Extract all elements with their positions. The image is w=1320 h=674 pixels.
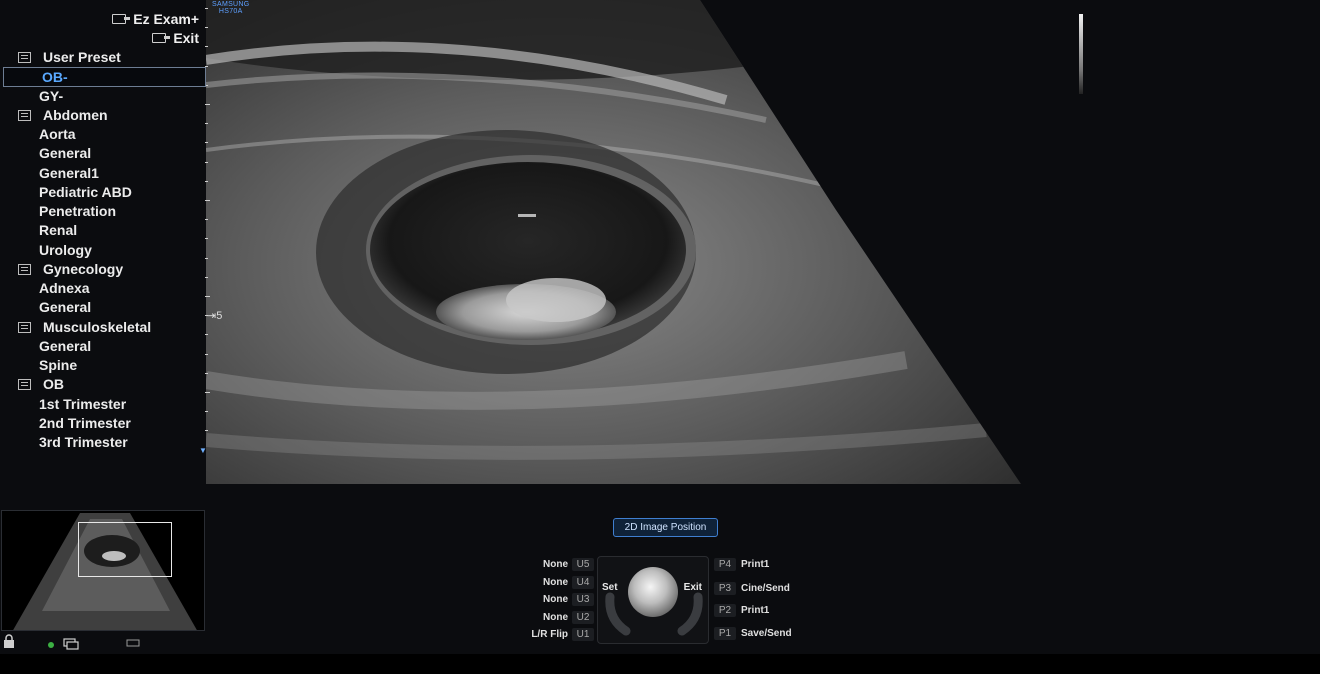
zoom-region-box[interactable]: [78, 522, 172, 577]
focus-depth-marker: ⇥5: [207, 310, 223, 322]
preset-item[interactable]: General: [0, 298, 206, 317]
preset-item[interactable]: Pediatric ABD: [0, 183, 206, 202]
print-key-p2[interactable]: P2 Print1: [714, 603, 769, 617]
bottom-bar: [0, 654, 1320, 674]
user-key-u4[interactable]: None U4: [500, 575, 594, 589]
preset-group[interactable]: OB: [0, 375, 206, 394]
preset-item[interactable]: Renal: [0, 221, 206, 240]
print-key-p1[interactable]: P1 Save/Send: [714, 626, 792, 640]
lock-icon: [4, 634, 14, 648]
preset-item[interactable]: General: [0, 144, 206, 163]
keyboard-icon: [126, 639, 140, 647]
print-key-p4[interactable]: P4 Print1: [714, 557, 769, 571]
preset-item[interactable]: Adnexa: [0, 279, 206, 298]
preset-group[interactable]: User Preset: [0, 48, 206, 67]
preset-item[interactable]: 1st Trimester: [0, 395, 206, 414]
preset-group[interactable]: Abdomen: [0, 106, 206, 125]
preset-item[interactable]: General1: [0, 164, 206, 183]
network-icon: [48, 638, 79, 650]
preset-item[interactable]: Aorta: [0, 125, 206, 144]
document-icon: [18, 321, 31, 333]
preset-item[interactable]: General: [0, 337, 206, 356]
preset-item-selected[interactable]: OB-: [3, 67, 206, 87]
ez-exam-button[interactable]: Ez Exam+: [112, 11, 199, 27]
preset-item[interactable]: 2nd Trimester: [0, 414, 206, 433]
preset-item[interactable]: Penetration: [0, 202, 206, 221]
document-icon: [18, 52, 31, 63]
user-key-u2[interactable]: None U2: [500, 610, 594, 624]
ez-exam-icon: [112, 14, 131, 24]
trackball-button-arcs: [605, 592, 703, 636]
trackball-panel: Set Exit: [597, 556, 709, 644]
user-key-u3[interactable]: None U3: [500, 592, 594, 606]
preset-item[interactable]: Spine: [0, 356, 206, 375]
document-icon: [18, 379, 31, 391]
image-thumbnail[interactable]: [1, 510, 205, 631]
print-key-p3[interactable]: P3 Cine/Send: [714, 581, 790, 595]
preset-item[interactable]: 3rd Trimester: [0, 433, 206, 452]
preset-group[interactable]: Musculoskeletal: [0, 318, 206, 337]
exit-icon: [152, 33, 171, 43]
ultrasound-image: [206, 0, 1021, 484]
document-icon: [18, 109, 31, 121]
exit-button[interactable]: Exit: [152, 30, 199, 46]
status-bar: [0, 634, 206, 652]
image-position-button[interactable]: 2D Image Position: [613, 518, 718, 537]
user-key-u1[interactable]: L/R Flip U1: [500, 627, 594, 641]
preset-list: User Preset OB- GY- Abdomen Aorta Genera…: [0, 48, 206, 452]
document-icon: [18, 263, 31, 275]
preset-item[interactable]: GY-: [0, 87, 206, 106]
grayscale-bar: [1079, 14, 1083, 94]
preset-item[interactable]: Urology: [0, 241, 206, 260]
preset-group[interactable]: Gynecology: [0, 260, 206, 279]
user-key-u5[interactable]: None U5: [500, 557, 594, 571]
ultrasound-screen: SAMSUNG HS70A ⇥5 ▼ Ez Exam+ Exit User Pr…: [0, 0, 1320, 654]
brand-logo: SAMSUNG HS70A: [212, 1, 250, 15]
